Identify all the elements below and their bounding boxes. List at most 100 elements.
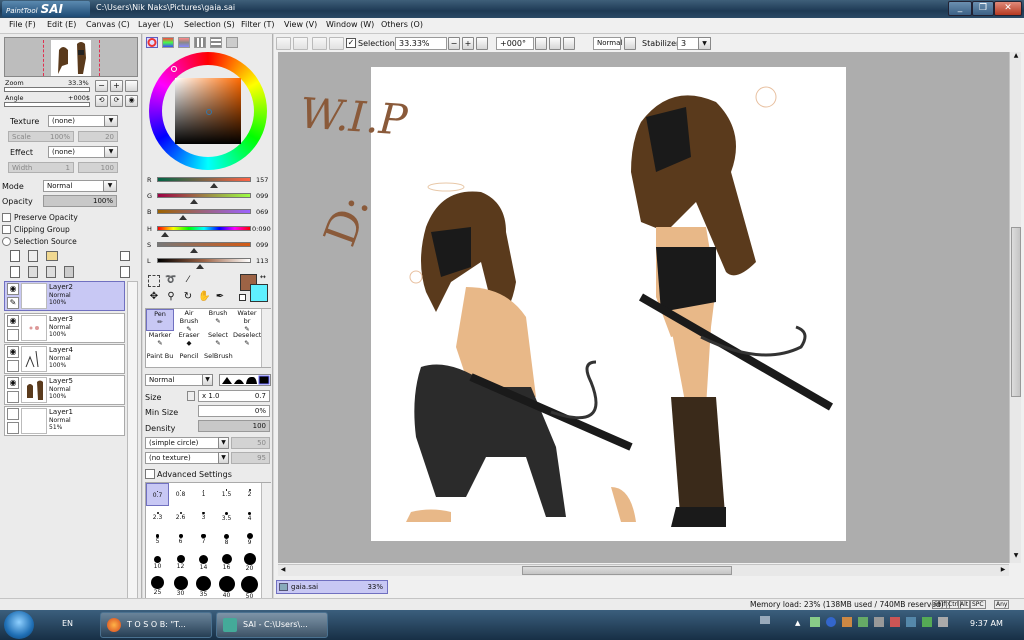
tray-volume-icon[interactable] (938, 617, 948, 627)
menu-edit[interactable]: Edit (E) (47, 20, 76, 29)
layer-option-icon[interactable] (120, 251, 130, 261)
tool-waterbrush[interactable]: Water br ✎ (233, 309, 261, 333)
swatches-tab[interactable] (210, 37, 222, 48)
hue-slider-handle[interactable] (161, 232, 169, 237)
eye-icon[interactable]: ◉ (7, 315, 19, 327)
menu-filter[interactable]: Filter (T) (241, 20, 274, 29)
zoom-in-button[interactable]: + (110, 80, 123, 92)
transfer-down-icon[interactable] (10, 266, 20, 278)
zoom-plus-button[interactable]: + (462, 37, 474, 50)
scratchpad-tab[interactable] (226, 37, 238, 48)
hue-cursor[interactable] (171, 66, 177, 72)
rotate-right-button[interactable]: ⟳ (110, 95, 123, 107)
canvas-tab[interactable]: gaia.sai 33% (276, 580, 388, 594)
brush-size-preset[interactable]: 16 (215, 552, 238, 575)
brush-texture-number[interactable]: 95 (231, 452, 270, 464)
brush-edge-selector[interactable] (219, 374, 271, 386)
maximize-button[interactable]: ❐ (972, 1, 994, 16)
brush-size-preset[interactable]: 9 (238, 529, 261, 552)
scale-number[interactable]: 20 (78, 131, 118, 142)
tray-wifi-icon[interactable] (922, 617, 932, 627)
brush-size-preset[interactable]: 14 (192, 552, 215, 575)
brush-size-preset[interactable]: 0.8 (169, 483, 192, 506)
advanced-settings-checkbox[interactable] (145, 469, 155, 479)
brush-size-preset[interactable]: 3.5 (215, 506, 238, 529)
min-size-field[interactable]: 0% (198, 405, 270, 417)
brush-size-preset[interactable]: 10 (146, 552, 169, 575)
selection-source-checkbox[interactable]: Selection Source (2, 236, 122, 247)
menu-selection[interactable]: Selection (S) (184, 20, 235, 29)
color-wheel-tab[interactable] (146, 37, 158, 48)
rect-select-icon[interactable] (148, 275, 160, 287)
density-slider[interactable]: 100 (198, 420, 270, 432)
tool-brush[interactable]: Brush ✎ (204, 309, 232, 331)
menu-file[interactable]: File (F) (9, 20, 36, 29)
deselect-button[interactable] (312, 37, 327, 50)
merge-down-icon[interactable] (28, 266, 38, 278)
layer-item[interactable]: Layer1 Normal 51% (4, 406, 125, 436)
zoom-field[interactable]: 33.33% (395, 37, 447, 50)
lock-box[interactable] (7, 360, 19, 372)
menu-layer[interactable]: Layer (L) (138, 20, 174, 29)
chevron-down-icon[interactable]: ▼ (104, 146, 118, 158)
view-mode-field[interactable]: Normal (593, 37, 622, 50)
chevron-down-icon[interactable]: ▼ (104, 115, 118, 127)
width-max[interactable]: 100 (78, 162, 118, 173)
hue-slider[interactable] (157, 226, 251, 231)
hsv-slider-tab[interactable] (178, 37, 190, 48)
layer-item[interactable]: ◉ ✎ Layer2 Normal 100% (4, 281, 125, 311)
language-indicator[interactable]: EN (62, 619, 73, 628)
scroll-left-icon[interactable]: ◀ (278, 566, 288, 576)
width-bar[interactable]: Width 1 (8, 162, 74, 173)
rotate-reset-toolbar-button[interactable] (563, 37, 575, 50)
zoom-tool-icon[interactable]: ⚲ (165, 291, 177, 303)
angle-field[interactable]: +000° (496, 37, 534, 50)
horizontal-scroll-thumb[interactable] (522, 566, 732, 575)
vertical-scrollbar[interactable]: ▲ ▼ (1009, 52, 1021, 563)
tool-paintbucket[interactable]: Paint Bu (146, 352, 174, 368)
layer-scrollbar[interactable] (127, 281, 138, 611)
menu-others[interactable]: Others (O) (381, 20, 423, 29)
tray-flag-icon[interactable] (890, 617, 900, 627)
clock[interactable]: 9:37 AM (970, 619, 1003, 628)
brush-size-preset[interactable]: 2.3 (146, 506, 169, 529)
tool-marker[interactable]: Marker ✎ (146, 331, 174, 353)
tool-select[interactable]: Select ✎ (204, 331, 232, 353)
brush-size-preset[interactable]: 3 (192, 506, 215, 529)
green-slider[interactable] (157, 193, 251, 198)
chevron-down-icon[interactable]: ▼ (218, 452, 229, 464)
angle-slider[interactable] (4, 102, 90, 107)
menu-canvas[interactable]: Canvas (C) (86, 20, 130, 29)
taskbar-firefox[interactable]: T O S O B: "T... (100, 612, 212, 638)
rotate-left-button[interactable]: ⟲ (95, 95, 108, 107)
hue-ring[interactable] (149, 52, 267, 170)
lock-box[interactable] (7, 329, 19, 341)
rotate-ccw-button[interactable] (535, 37, 547, 50)
color-picker-cursor[interactable] (206, 109, 212, 115)
brush-size-preset[interactable]: 2 (238, 483, 261, 506)
scroll-right-icon[interactable]: ▶ (998, 566, 1008, 576)
minimize-button[interactable]: _ (948, 1, 972, 16)
zoom-out-button[interactable]: − (95, 80, 108, 92)
tool-pencil[interactable]: Pencil (175, 352, 203, 368)
drawing-paper[interactable] (371, 67, 846, 541)
lasso-icon[interactable]: ➰ (165, 275, 177, 287)
eyedropper-icon[interactable]: ✒ (214, 291, 226, 303)
chevron-down-icon[interactable]: ▼ (202, 374, 213, 386)
preserve-opacity-checkbox[interactable]: Preserve Opacity (2, 212, 122, 223)
trash-icon[interactable] (64, 266, 74, 278)
brush-size-field[interactable]: x 1.0 0.7 (198, 390, 270, 402)
new-linework-layer-icon[interactable] (28, 250, 38, 262)
color-mixer-tab[interactable] (194, 37, 206, 48)
saturation-slider-handle[interactable] (190, 248, 198, 253)
selection-checkbox[interactable]: ✓ (346, 38, 356, 48)
invert-selection-button[interactable] (329, 37, 344, 50)
brush-size-preset[interactable]: 6 (169, 529, 192, 552)
rotate-cw-button[interactable] (549, 37, 561, 50)
brush-size-preset[interactable]: 30 (169, 575, 192, 598)
redo-button[interactable] (293, 37, 308, 50)
preset-scrollbar[interactable] (261, 483, 271, 599)
tool-eraser[interactable]: Eraser ◆ (175, 331, 203, 353)
tool-pen[interactable]: Pen ✏ (146, 309, 174, 331)
red-slider-handle[interactable] (210, 183, 218, 188)
